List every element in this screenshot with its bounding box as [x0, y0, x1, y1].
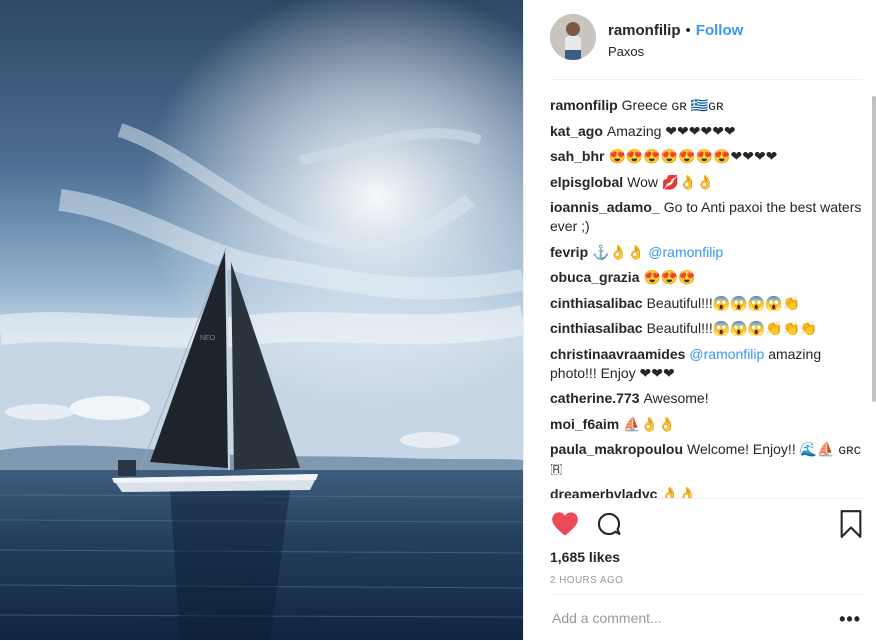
header-separator: • [685, 22, 691, 39]
comment-username[interactable]: dreamerbyladyc [550, 486, 657, 499]
comment-item: elpisglobal Wow 💋👌👌 [550, 173, 863, 192]
comment-username[interactable]: kat_ago [550, 123, 603, 139]
comment-text: Beautiful!!!😱😱😱👏👏👏 [646, 320, 818, 336]
save-button[interactable] [839, 510, 863, 543]
comment-username[interactable]: elpisglobal [550, 174, 623, 190]
comments-scroll-thumb[interactable] [872, 96, 876, 402]
post-actions-area: 1,685 likes 2 HOURS AGO [550, 498, 863, 586]
svg-text:NEO: NEO [200, 335, 216, 342]
comment-text: Wow 💋👌👌 [627, 173, 715, 190]
like-button[interactable] [550, 509, 580, 539]
comment-item: fevrip ⚓👌👌 @ramonfilip [550, 243, 863, 262]
comment-item: cinthiasalibac Beautiful!!!😱😱😱👏👏👏 [550, 319, 863, 338]
likes-count[interactable]: 1,685 likes [550, 549, 863, 565]
post-location[interactable]: Paxos [608, 44, 743, 59]
comment-username[interactable]: obuca_grazia [550, 269, 639, 285]
comment-text: 👌👌 [661, 485, 697, 499]
comment-text: Amazing ❤❤❤❤❤❤ [606, 122, 736, 139]
comment-item: sah_bhr 😍😍😍😍😍😍😍❤❤❤❤ [550, 147, 863, 166]
comment-item: cinthiasalibac Beautiful!!!😱😱😱😱👏 [550, 294, 863, 313]
comment-username[interactable]: paula_makropoulou [550, 441, 683, 457]
comment-text: 😍😍😍😍😍😍😍❤❤❤❤ [608, 148, 778, 164]
comment-item: catherine.773 Awesome! [550, 389, 863, 408]
comment-text: Beautiful!!!😱😱😱😱👏 [646, 294, 800, 311]
post-photo[interactable]: NEO [0, 0, 523, 640]
comment-username[interactable]: cinthiasalibac [550, 295, 643, 311]
comment-item: ioannis_adamo_ Go to Anti paxoi the best … [550, 198, 863, 236]
comment-text: Greece ɢʀ 🇬🇷ɢʀ [621, 97, 724, 113]
avatar-image [550, 14, 596, 60]
header-line: ramonfilip • Follow [608, 22, 743, 39]
speech-bubble-icon [597, 512, 621, 536]
comment-username[interactable]: sah_bhr [550, 148, 604, 164]
more-options-button[interactable]: ••• [839, 609, 861, 630]
comment-text: ⛵👌👌 [623, 415, 676, 432]
author-username[interactable]: ramonfilip [608, 22, 681, 39]
comment-username[interactable]: cinthiasalibac [550, 320, 643, 336]
comment-item: obuca_grazia 😍😍😍 [550, 268, 863, 287]
follow-button[interactable]: Follow [696, 22, 744, 39]
comment-item: ramonfilip Greece ɢʀ 🇬🇷ɢʀ [550, 96, 863, 115]
comment-text: Awesome! [643, 390, 709, 406]
comment-item: christinaavraamides @ramonfilip amazing p… [550, 345, 863, 383]
comment-item: kat_ago Amazing ❤❤❤❤❤❤ [550, 122, 863, 141]
post-timestamp[interactable]: 2 HOURS AGO [550, 575, 863, 586]
heart-filled-icon [552, 512, 578, 536]
header-info: ramonfilip • Follow Paxos [608, 14, 743, 59]
comment-item: moi_f6aim ⛵👌👌 [550, 415, 863, 434]
comment-username[interactable]: fevrip [550, 244, 588, 260]
add-comment-input[interactable] [550, 609, 834, 627]
comment-username[interactable]: moi_f6aim [550, 416, 619, 432]
post-sidebar: ramonfilip • Follow Paxos ramonfilip Gree… [523, 0, 876, 640]
comment-mention[interactable]: @ramonfilip [648, 244, 723, 260]
comment-text: 😍😍😍 [643, 269, 696, 285]
comment-username[interactable]: catherine.773 [550, 390, 640, 406]
comment-username[interactable]: ioannis_adamo_ [550, 199, 660, 215]
comment-item: paula_makropoulou Welcome! Enjoy!! 🌊⛵ ɢʀᴄ… [550, 440, 863, 478]
bookmark-icon [840, 510, 862, 538]
comment-text: ⚓👌👌 [592, 243, 649, 260]
instagram-post: NEO ramonfilip • Follow Paxos ramonfilip… [0, 0, 876, 640]
comment-username[interactable]: christinaavraamides [550, 346, 685, 362]
actions-bar [550, 499, 863, 549]
post-header: ramonfilip • Follow Paxos [550, 14, 863, 80]
avatar[interactable] [550, 14, 596, 60]
comment-username[interactable]: ramonfilip [550, 97, 618, 113]
add-comment-bar: ••• [550, 594, 863, 641]
comment-item: dreamerbyladyc 👌👌 [550, 485, 863, 499]
comment-button[interactable] [594, 509, 624, 539]
sailboat-photo: NEO [0, 0, 523, 640]
comment-mention[interactable]: @ramonfilip [689, 346, 764, 362]
comments-list[interactable]: ramonfilip Greece ɢʀ 🇬🇷ɢʀ kat_ago Amazing … [550, 96, 863, 498]
